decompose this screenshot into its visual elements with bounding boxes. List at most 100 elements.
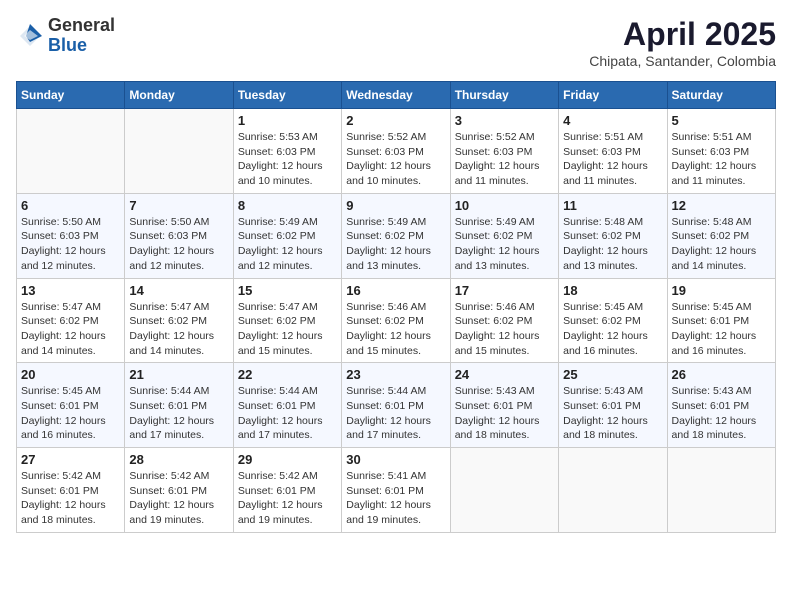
calendar-cell: 25 Sunrise: 5:43 AMSunset: 6:01 PMDayligh… — [559, 363, 667, 448]
header: General Blue April 2025 Chipata, Santand… — [16, 16, 776, 69]
calendar-week-1: 1Sunrise: 5:53 AMSunset: 6:03 PMDaylight… — [17, 109, 776, 194]
calendar-cell: 9 Sunrise: 5:49 AMSunset: 6:02 PMDaylight… — [342, 193, 450, 278]
calendar-week-3: 13 Sunrise: 5:47 AMSunset: 6:02 PMDayligh… — [17, 278, 776, 363]
day-number: 28 — [129, 452, 228, 467]
day-details: Sunrise: 5:52 AMSunset: 6:03 PMDaylight:… — [346, 130, 445, 189]
day-number: 21 — [129, 367, 228, 382]
logo-text: General Blue — [48, 16, 115, 56]
calendar-cell: 5Sunrise: 5:51 AMSunset: 6:03 PMDaylight… — [667, 109, 775, 194]
day-details: Sunrise: 5:43 AMSunset: 6:01 PMDaylight:… — [563, 384, 662, 443]
calendar-cell: 11 Sunrise: 5:48 AMSunset: 6:02 PMDayligh… — [559, 193, 667, 278]
calendar-cell: 20 Sunrise: 5:45 AMSunset: 6:01 PMDayligh… — [17, 363, 125, 448]
day-details: Sunrise: 5:45 AMSunset: 6:01 PMDaylight:… — [672, 300, 771, 359]
day-details: Sunrise: 5:43 AMSunset: 6:01 PMDaylight:… — [672, 384, 771, 443]
day-number: 29 — [238, 452, 337, 467]
calendar-cell: 7 Sunrise: 5:50 AMSunset: 6:03 PMDaylight… — [125, 193, 233, 278]
title-area: April 2025 Chipata, Santander, Colombia — [589, 16, 776, 69]
day-number: 1 — [238, 113, 337, 128]
calendar-cell: 19 Sunrise: 5:45 AMSunset: 6:01 PMDayligh… — [667, 278, 775, 363]
calendar-cell: 26 Sunrise: 5:43 AMSunset: 6:01 PMDayligh… — [667, 363, 775, 448]
day-details: Sunrise: 5:49 AMSunset: 6:02 PMDaylight:… — [455, 215, 554, 274]
col-saturday: Saturday — [667, 82, 775, 109]
header-row: Sunday Monday Tuesday Wednesday Thursday… — [17, 82, 776, 109]
calendar-week-4: 20 Sunrise: 5:45 AMSunset: 6:01 PMDayligh… — [17, 363, 776, 448]
col-tuesday: Tuesday — [233, 82, 341, 109]
calendar-cell: 6 Sunrise: 5:50 AMSunset: 6:03 PMDaylight… — [17, 193, 125, 278]
day-number: 20 — [21, 367, 120, 382]
calendar-body: 1Sunrise: 5:53 AMSunset: 6:03 PMDaylight… — [17, 109, 776, 533]
day-number: 14 — [129, 283, 228, 298]
day-details: Sunrise: 5:41 AMSunset: 6:01 PMDaylight:… — [346, 469, 445, 528]
logo-blue-text: Blue — [48, 36, 115, 56]
calendar-cell: 13 Sunrise: 5:47 AMSunset: 6:02 PMDayligh… — [17, 278, 125, 363]
day-number: 8 — [238, 198, 337, 213]
day-details: Sunrise: 5:44 AMSunset: 6:01 PMDaylight:… — [238, 384, 337, 443]
day-number: 22 — [238, 367, 337, 382]
calendar-cell: 14 Sunrise: 5:47 AMSunset: 6:02 PMDayligh… — [125, 278, 233, 363]
calendar-cell: 2 Sunrise: 5:52 AMSunset: 6:03 PMDaylight… — [342, 109, 450, 194]
day-number: 10 — [455, 198, 554, 213]
calendar-cell: 10 Sunrise: 5:49 AMSunset: 6:02 PMDayligh… — [450, 193, 558, 278]
col-monday: Monday — [125, 82, 233, 109]
day-number: 27 — [21, 452, 120, 467]
day-details: Sunrise: 5:50 AMSunset: 6:03 PMDaylight:… — [21, 215, 120, 274]
day-number: 26 — [672, 367, 771, 382]
day-details: Sunrise: 5:43 AMSunset: 6:01 PMDaylight:… — [455, 384, 554, 443]
calendar-cell: 16Sunrise: 5:46 AMSunset: 6:02 PMDayligh… — [342, 278, 450, 363]
day-number: 30 — [346, 452, 445, 467]
day-details: Sunrise: 5:49 AMSunset: 6:02 PMDaylight:… — [346, 215, 445, 274]
calendar-cell: 27 Sunrise: 5:42 AMSunset: 6:01 PMDayligh… — [17, 448, 125, 533]
day-number: 19 — [672, 283, 771, 298]
logo-icon — [16, 22, 44, 50]
day-number: 11 — [563, 198, 662, 213]
day-number: 6 — [21, 198, 120, 213]
day-number: 4 — [563, 113, 662, 128]
calendar-cell: 17 Sunrise: 5:46 AMSunset: 6:02 PMDayligh… — [450, 278, 558, 363]
col-wednesday: Wednesday — [342, 82, 450, 109]
day-details: Sunrise: 5:45 AMSunset: 6:01 PMDaylight:… — [21, 384, 120, 443]
calendar-cell: 21 Sunrise: 5:44 AMSunset: 6:01 PMDayligh… — [125, 363, 233, 448]
calendar-cell: 4 Sunrise: 5:51 AMSunset: 6:03 PMDaylight… — [559, 109, 667, 194]
day-details: Sunrise: 5:49 AMSunset: 6:02 PMDaylight:… — [238, 215, 337, 274]
calendar-cell — [17, 109, 125, 194]
day-details: Sunrise: 5:48 AMSunset: 6:02 PMDaylight:… — [563, 215, 662, 274]
day-number: 7 — [129, 198, 228, 213]
day-number: 18 — [563, 283, 662, 298]
logo: General Blue — [16, 16, 115, 56]
location-subtitle: Chipata, Santander, Colombia — [589, 53, 776, 69]
day-number: 9 — [346, 198, 445, 213]
calendar-cell: 18 Sunrise: 5:45 AMSunset: 6:02 PMDayligh… — [559, 278, 667, 363]
day-number: 15 — [238, 283, 337, 298]
day-details: Sunrise: 5:42 AMSunset: 6:01 PMDaylight:… — [21, 469, 120, 528]
calendar-cell: 24Sunrise: 5:43 AMSunset: 6:01 PMDayligh… — [450, 363, 558, 448]
day-details: Sunrise: 5:47 AMSunset: 6:02 PMDaylight:… — [129, 300, 228, 359]
day-details: Sunrise: 5:46 AMSunset: 6:02 PMDaylight:… — [455, 300, 554, 359]
day-details: Sunrise: 5:42 AMSunset: 6:01 PMDaylight:… — [129, 469, 228, 528]
day-number: 17 — [455, 283, 554, 298]
day-details: Sunrise: 5:50 AMSunset: 6:03 PMDaylight:… — [129, 215, 228, 274]
day-details: Sunrise: 5:52 AMSunset: 6:03 PMDaylight:… — [455, 130, 554, 189]
day-number: 23 — [346, 367, 445, 382]
day-details: Sunrise: 5:48 AMSunset: 6:02 PMDaylight:… — [672, 215, 771, 274]
calendar-cell: 23 Sunrise: 5:44 AMSunset: 6:01 PMDayligh… — [342, 363, 450, 448]
col-friday: Friday — [559, 82, 667, 109]
calendar-cell: 1Sunrise: 5:53 AMSunset: 6:03 PMDaylight… — [233, 109, 341, 194]
day-details: Sunrise: 5:44 AMSunset: 6:01 PMDaylight:… — [346, 384, 445, 443]
calendar-cell — [125, 109, 233, 194]
day-details: Sunrise: 5:51 AMSunset: 6:03 PMDaylight:… — [563, 130, 662, 189]
calendar-cell: 3Sunrise: 5:52 AMSunset: 6:03 PMDaylight… — [450, 109, 558, 194]
day-details: Sunrise: 5:47 AMSunset: 6:02 PMDaylight:… — [238, 300, 337, 359]
day-number: 25 — [563, 367, 662, 382]
day-details: Sunrise: 5:45 AMSunset: 6:02 PMDaylight:… — [563, 300, 662, 359]
calendar-week-5: 27 Sunrise: 5:42 AMSunset: 6:01 PMDayligh… — [17, 448, 776, 533]
calendar-header: Sunday Monday Tuesday Wednesday Thursday… — [17, 82, 776, 109]
day-details: Sunrise: 5:47 AMSunset: 6:02 PMDaylight:… — [21, 300, 120, 359]
day-number: 5 — [672, 113, 771, 128]
calendar-cell: 28 Sunrise: 5:42 AMSunset: 6:01 PMDayligh… — [125, 448, 233, 533]
day-details: Sunrise: 5:44 AMSunset: 6:01 PMDaylight:… — [129, 384, 228, 443]
col-sunday: Sunday — [17, 82, 125, 109]
day-number: 13 — [21, 283, 120, 298]
calendar-cell: 22 Sunrise: 5:44 AMSunset: 6:01 PMDayligh… — [233, 363, 341, 448]
day-number: 2 — [346, 113, 445, 128]
day-number: 16 — [346, 283, 445, 298]
